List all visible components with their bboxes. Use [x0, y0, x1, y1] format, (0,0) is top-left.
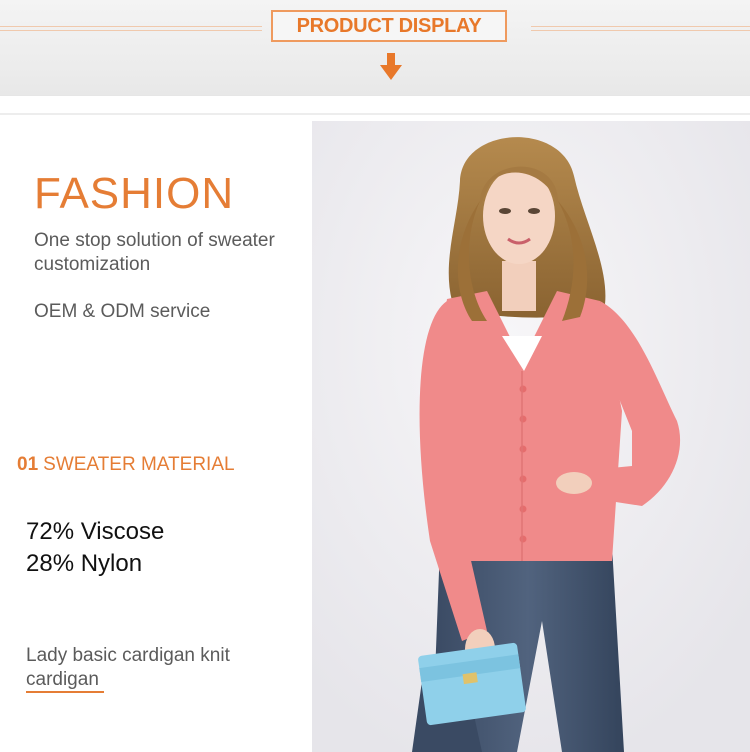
- arrow-down-icon: [380, 53, 402, 80]
- model-pink-cardigan-illustration: [312, 121, 750, 752]
- service-text: OEM & ODM service: [34, 301, 211, 322]
- material-section-heading: 01 SWEATER MATERIAL: [17, 454, 235, 476]
- tagline: One stop solution of sweater customizati…: [34, 230, 275, 275]
- composition-nylon: 28% Nylon: [26, 550, 143, 577]
- section-title: PRODUCT DISPLAY: [296, 14, 482, 37]
- section-label: SWEATER MATERIAL: [43, 454, 235, 475]
- section-title-box: PRODUCT DISPLAY: [271, 10, 507, 42]
- model-photo: [312, 121, 750, 752]
- headline: FASHION: [34, 169, 235, 218]
- decorative-line-left: [0, 26, 262, 31]
- decorative-line-right: [531, 26, 750, 31]
- composition-viscose: 72% Viscose: [26, 518, 165, 545]
- section-number: 01: [17, 454, 39, 475]
- product-description: Lady basic cardigan knit cardigan: [26, 645, 230, 690]
- header-band: PRODUCT DISPLAY: [0, 0, 750, 96]
- product-panel: FASHION One stop solution of sweater cus…: [0, 113, 750, 752]
- description-underline: [26, 691, 104, 693]
